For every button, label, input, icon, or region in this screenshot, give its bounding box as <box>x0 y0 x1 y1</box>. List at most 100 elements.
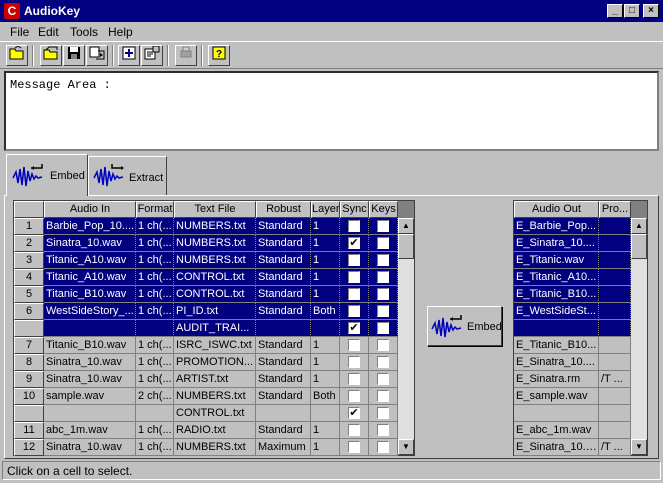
row-header[interactable]: 5 <box>14 286 44 303</box>
print-icon[interactable] <box>175 45 197 66</box>
scroll-thumb[interactable] <box>398 234 414 259</box>
audio-out-cell[interactable] <box>514 320 599 337</box>
scroll-thumb[interactable] <box>631 234 647 259</box>
add-icon[interactable] <box>118 45 140 66</box>
layer-cell[interactable]: 1 <box>311 371 340 388</box>
sync-checkbox[interactable] <box>348 390 360 402</box>
pro-cell[interactable] <box>599 354 631 371</box>
open-folder-icon[interactable] <box>6 45 28 66</box>
format-cell[interactable]: 1 ch(... <box>136 371 174 388</box>
keys-checkbox[interactable] <box>377 271 389 283</box>
audio-out-cell[interactable]: E_Titanic.wav <box>514 252 599 269</box>
robust-cell[interactable] <box>256 405 311 422</box>
text-file-cell[interactable]: CONTROL.txt <box>174 286 256 303</box>
format-cell[interactable]: 1 ch(... <box>136 269 174 286</box>
menu-tools[interactable]: Tools <box>70 25 98 39</box>
sync-checkbox[interactable] <box>348 441 360 453</box>
format-cell[interactable]: 1 ch(... <box>136 354 174 371</box>
layer-cell[interactable]: 1 <box>311 286 340 303</box>
audio-out-cell[interactable]: E_Titanic_A10... <box>514 269 599 286</box>
text-file-cell[interactable]: AUDIT_TRAI... <box>174 320 256 337</box>
properties-icon[interactable] <box>141 45 163 66</box>
scroll-up-button[interactable]: ▲ <box>398 218 414 234</box>
audio-in-cell[interactable]: Sinatra_10.wav <box>44 354 136 371</box>
audio-in-cell[interactable]: WestSideStory_... <box>44 303 136 320</box>
column-header-pro[interactable]: Pro... <box>599 201 631 218</box>
scroll-up-button[interactable]: ▲ <box>631 218 647 234</box>
audio-out-cell[interactable]: E_Sinatra_10.... <box>514 354 599 371</box>
audio-in-cell[interactable] <box>44 320 136 337</box>
robust-cell[interactable]: Standard <box>256 422 311 439</box>
pro-cell[interactable] <box>599 286 631 303</box>
robust-cell[interactable]: Maximum <box>256 439 311 456</box>
robust-cell[interactable]: Standard <box>256 252 311 269</box>
keys-checkbox[interactable] <box>377 237 389 249</box>
maximize-button[interactable]: □ <box>624 4 640 18</box>
output-table-scrollbar[interactable]: ▲ ▼ <box>631 218 647 455</box>
save-icon[interactable] <box>63 45 85 66</box>
audio-out-cell[interactable]: E_abc_1m.wav <box>514 422 599 439</box>
layer-cell[interactable] <box>311 405 340 422</box>
row-header[interactable] <box>14 405 44 422</box>
column-header-audio-out[interactable]: Audio Out <box>514 201 599 218</box>
row-header[interactable]: 12 <box>14 439 44 456</box>
robust-cell[interactable]: Standard <box>256 337 311 354</box>
tab-embed[interactable]: Embed <box>6 154 88 196</box>
text-file-cell[interactable]: CONTROL.txt <box>174 405 256 422</box>
keys-checkbox[interactable] <box>377 424 389 436</box>
help-icon[interactable]: ? <box>208 45 230 66</box>
keys-checkbox[interactable] <box>377 441 389 453</box>
robust-cell[interactable] <box>256 320 311 337</box>
text-file-cell[interactable]: PI_ID.txt <box>174 303 256 320</box>
keys-checkbox[interactable] <box>377 339 389 351</box>
save-as-icon[interactable] <box>86 45 108 66</box>
column-header-keys[interactable]: Keys <box>369 201 398 218</box>
minimize-button[interactable]: _ <box>607 4 623 18</box>
text-file-cell[interactable]: NUMBERS.txt <box>174 439 256 456</box>
audio-in-cell[interactable]: Sinatra_10.wav <box>44 235 136 252</box>
pro-cell[interactable] <box>599 388 631 405</box>
row-header[interactable]: 4 <box>14 269 44 286</box>
message-area[interactable]: Message Area : <box>4 71 659 151</box>
robust-cell[interactable]: Standard <box>256 235 311 252</box>
text-file-cell[interactable]: NUMBERS.txt <box>174 388 256 405</box>
menu-help[interactable]: Help <box>108 25 133 39</box>
sync-checkbox[interactable] <box>348 373 360 385</box>
sync-checkbox[interactable] <box>348 339 360 351</box>
text-file-cell[interactable]: CONTROL.txt <box>174 269 256 286</box>
row-header[interactable]: 10 <box>14 388 44 405</box>
column-header-text-file[interactable]: Text File <box>174 201 256 218</box>
pro-cell[interactable] <box>599 252 631 269</box>
robust-cell[interactable]: Standard <box>256 371 311 388</box>
audio-in-cell[interactable]: Titanic_A10.wav <box>44 269 136 286</box>
menu-file[interactable]: File <box>10 25 29 39</box>
audio-in-cell[interactable] <box>44 405 136 422</box>
text-file-cell[interactable]: RADIO.txt <box>174 422 256 439</box>
layer-cell[interactable]: Both <box>311 388 340 405</box>
column-header-layer[interactable]: Layer <box>311 201 340 218</box>
pro-cell[interactable]: /T ... <box>599 439 631 456</box>
row-header[interactable]: 6 <box>14 303 44 320</box>
format-cell[interactable]: 1 ch(... <box>136 235 174 252</box>
column-header-format[interactable]: Format <box>136 201 174 218</box>
row-header[interactable]: 9 <box>14 371 44 388</box>
row-header[interactable]: 11 <box>14 422 44 439</box>
pro-cell[interactable] <box>599 405 631 422</box>
tab-extract[interactable]: Extract <box>88 156 167 196</box>
layer-cell[interactable]: 1 <box>311 354 340 371</box>
keys-checkbox[interactable] <box>377 254 389 266</box>
text-file-cell[interactable]: PROMOTION... <box>174 354 256 371</box>
keys-checkbox[interactable] <box>377 288 389 300</box>
column-header-audio-in[interactable]: Audio In <box>44 201 136 218</box>
row-header[interactable]: 3 <box>14 252 44 269</box>
audio-out-cell[interactable]: E_WestSideSt... <box>514 303 599 320</box>
layer-cell[interactable]: 1 <box>311 337 340 354</box>
layer-cell[interactable]: 1 <box>311 235 340 252</box>
pro-cell[interactable] <box>599 303 631 320</box>
pro-cell[interactable] <box>599 235 631 252</box>
format-cell[interactable]: 1 ch(... <box>136 286 174 303</box>
row-header[interactable] <box>14 320 44 337</box>
keys-checkbox[interactable] <box>377 356 389 368</box>
format-cell[interactable] <box>136 320 174 337</box>
audio-out-cell[interactable]: E_sample.wav <box>514 388 599 405</box>
